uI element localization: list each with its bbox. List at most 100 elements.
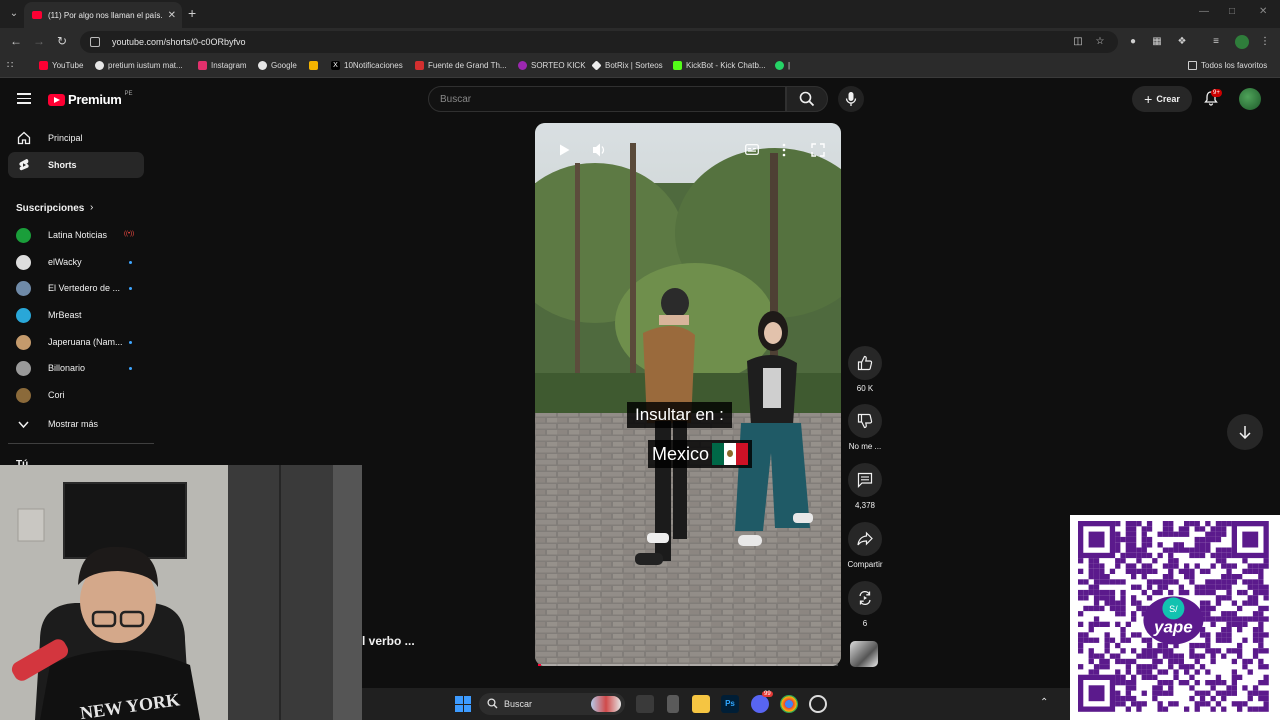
subscription-japeruana[interactable]: Japeruana (Nam... [16, 332, 144, 352]
like-button[interactable]: 60 K [846, 346, 884, 393]
share-button[interactable]: Compartir [846, 522, 884, 569]
qr-module [1247, 706, 1253, 712]
qr-module [1221, 552, 1227, 559]
subscriptions-title[interactable]: Suscripciones [16, 203, 84, 214]
taskbar-search-box[interactable]: Buscar [479, 693, 625, 715]
taskbar-app-icon[interactable] [809, 695, 827, 713]
qr-module [1162, 690, 1169, 696]
subscription-name: Japeruana (Nam... [48, 337, 123, 347]
file-explorer-icon[interactable] [692, 695, 710, 713]
fullscreen-icon[interactable] [811, 143, 825, 157]
apps-grid-icon[interactable]: ∷ [7, 60, 13, 71]
subscription-cori[interactable]: Cori [16, 385, 144, 405]
qr-module [1205, 611, 1211, 617]
maximize-icon[interactable]: □ [1229, 6, 1235, 17]
forward-icon[interactable]: → [33, 34, 45, 48]
play-icon[interactable] [557, 143, 571, 157]
qr-module [1115, 563, 1121, 569]
account-avatar[interactable] [1239, 88, 1261, 110]
chrome-icon[interactable] [780, 695, 798, 713]
media-controls-icon[interactable]: ≡ [1210, 36, 1222, 48]
sidebar-item-principal[interactable]: Principal [8, 125, 144, 151]
more-options-icon[interactable] [781, 143, 787, 157]
bookmark-sorteo-kick[interactable]: SORTEO KICK [518, 61, 586, 70]
subscription-latina-noticias[interactable]: Latina Noticias ((•)) [16, 225, 144, 245]
volume-icon[interactable] [592, 142, 606, 158]
qr-module [1115, 536, 1121, 543]
system-tray-chevron-icon[interactable]: ⌃ [1040, 697, 1048, 708]
extension-card-icon[interactable]: ▦ [1151, 36, 1163, 48]
back-icon[interactable]: ← [10, 34, 22, 48]
task-view-icon[interactable] [636, 695, 654, 713]
subscription-el-vertedero[interactable]: El Vertedero de ... [16, 278, 144, 298]
bookmark-google[interactable]: Google [258, 61, 297, 70]
qr-module [1136, 552, 1142, 559]
extension-shield-icon[interactable]: ● [1127, 36, 1139, 48]
bookmark-pinwheel[interactable] [309, 61, 318, 70]
sidebar-item-label: Shorts [48, 160, 77, 170]
search-button[interactable] [786, 86, 828, 112]
captions-icon[interactable] [745, 144, 759, 155]
next-short-button[interactable] [1227, 414, 1263, 450]
bookmark-pretium[interactable]: pretium iustum mat... [95, 61, 183, 70]
qr-module [1178, 680, 1184, 686]
qr-module [1131, 542, 1137, 548]
video-progress-bar[interactable] [538, 664, 838, 666]
qr-module [1131, 616, 1137, 622]
youtube-premium-logo[interactable]: Premium PE [48, 91, 133, 107]
photoshop-icon[interactable]: Ps [721, 695, 739, 713]
qr-module [1157, 579, 1163, 585]
taskbar-app-icon[interactable] [667, 695, 679, 713]
chrome-menu-icon[interactable]: ⋮ [1259, 36, 1271, 48]
qr-module [1199, 552, 1206, 559]
search-input[interactable]: Buscar [428, 86, 786, 112]
bookmark-10notificaciones[interactable]: X 10Notificaciones [331, 61, 403, 70]
bookmark-instagram[interactable]: Instagram [198, 61, 247, 70]
short-video-player[interactable] [535, 123, 841, 666]
menu-hamburger-icon[interactable] [17, 93, 31, 104]
reload-icon[interactable]: ↻ [57, 34, 67, 48]
chevron-right-icon[interactable]: › [90, 202, 93, 213]
qr-module [1088, 568, 1094, 574]
browser-tab-active[interactable]: (11) Por algo nos llaman el país... ✕ [24, 2, 182, 28]
create-button[interactable]: + Crear [1132, 86, 1192, 112]
bookmark-whatsapp[interactable]: | [775, 61, 790, 70]
address-bar[interactable]: youtube.com/shorts/0-c0ORbyfvo [80, 31, 1118, 53]
sound-thumbnail[interactable] [850, 641, 878, 667]
close-tab-icon[interactable]: ✕ [168, 10, 176, 21]
new-tab-button[interactable]: + [188, 5, 196, 21]
subscription-elwacky[interactable]: elWacky [16, 252, 144, 272]
windows-start-icon[interactable] [455, 696, 471, 712]
qr-module [1226, 685, 1232, 691]
bookmark-kickbot[interactable]: KickBot - Kick Chatb... [673, 61, 766, 70]
qr-module [1189, 579, 1195, 585]
qr-module [1215, 674, 1222, 680]
profile-avatar-icon[interactable] [1235, 35, 1249, 49]
remix-button[interactable]: 6 [846, 581, 884, 628]
voice-search-button[interactable] [838, 86, 864, 112]
all-bookmarks-folder[interactable]: Todos los favoritos [1188, 61, 1267, 70]
minimize-icon[interactable]: — [1199, 6, 1209, 17]
qr-module [1221, 547, 1227, 553]
show-more-button[interactable]: Mostrar más [16, 414, 144, 434]
qr-module [1199, 642, 1206, 649]
tab-search-icon[interactable]: ⌄ [6, 6, 22, 22]
subscription-billonario[interactable]: Billonario [16, 358, 144, 378]
bookmark-fuente-gta[interactable]: Fuente de Grand Th... [415, 61, 507, 70]
install-app-icon[interactable]: ◫ [1072, 36, 1084, 48]
subscription-mrbeast[interactable]: MrBeast [16, 305, 144, 325]
bookmark-star-icon[interactable]: ☆ [1094, 36, 1106, 48]
bookmark-youtube[interactable]: YouTube [39, 61, 83, 70]
extensions-puzzle-icon[interactable]: ❖ [1176, 36, 1188, 48]
qr-module [1115, 600, 1121, 606]
qr-module [1178, 653, 1184, 659]
qr-module [1210, 526, 1216, 532]
site-info-icon[interactable] [90, 37, 100, 47]
comments-button[interactable]: 4,378 [846, 463, 884, 510]
bookmark-botrix[interactable]: BotRix | Sorteos [591, 60, 663, 71]
sidebar-item-shorts[interactable]: Shorts [8, 152, 144, 178]
discord-icon[interactable] [751, 695, 769, 713]
qr-module [1252, 632, 1259, 638]
dislike-button[interactable]: No me ... [846, 404, 884, 451]
close-window-icon[interactable]: ✕ [1259, 6, 1267, 17]
